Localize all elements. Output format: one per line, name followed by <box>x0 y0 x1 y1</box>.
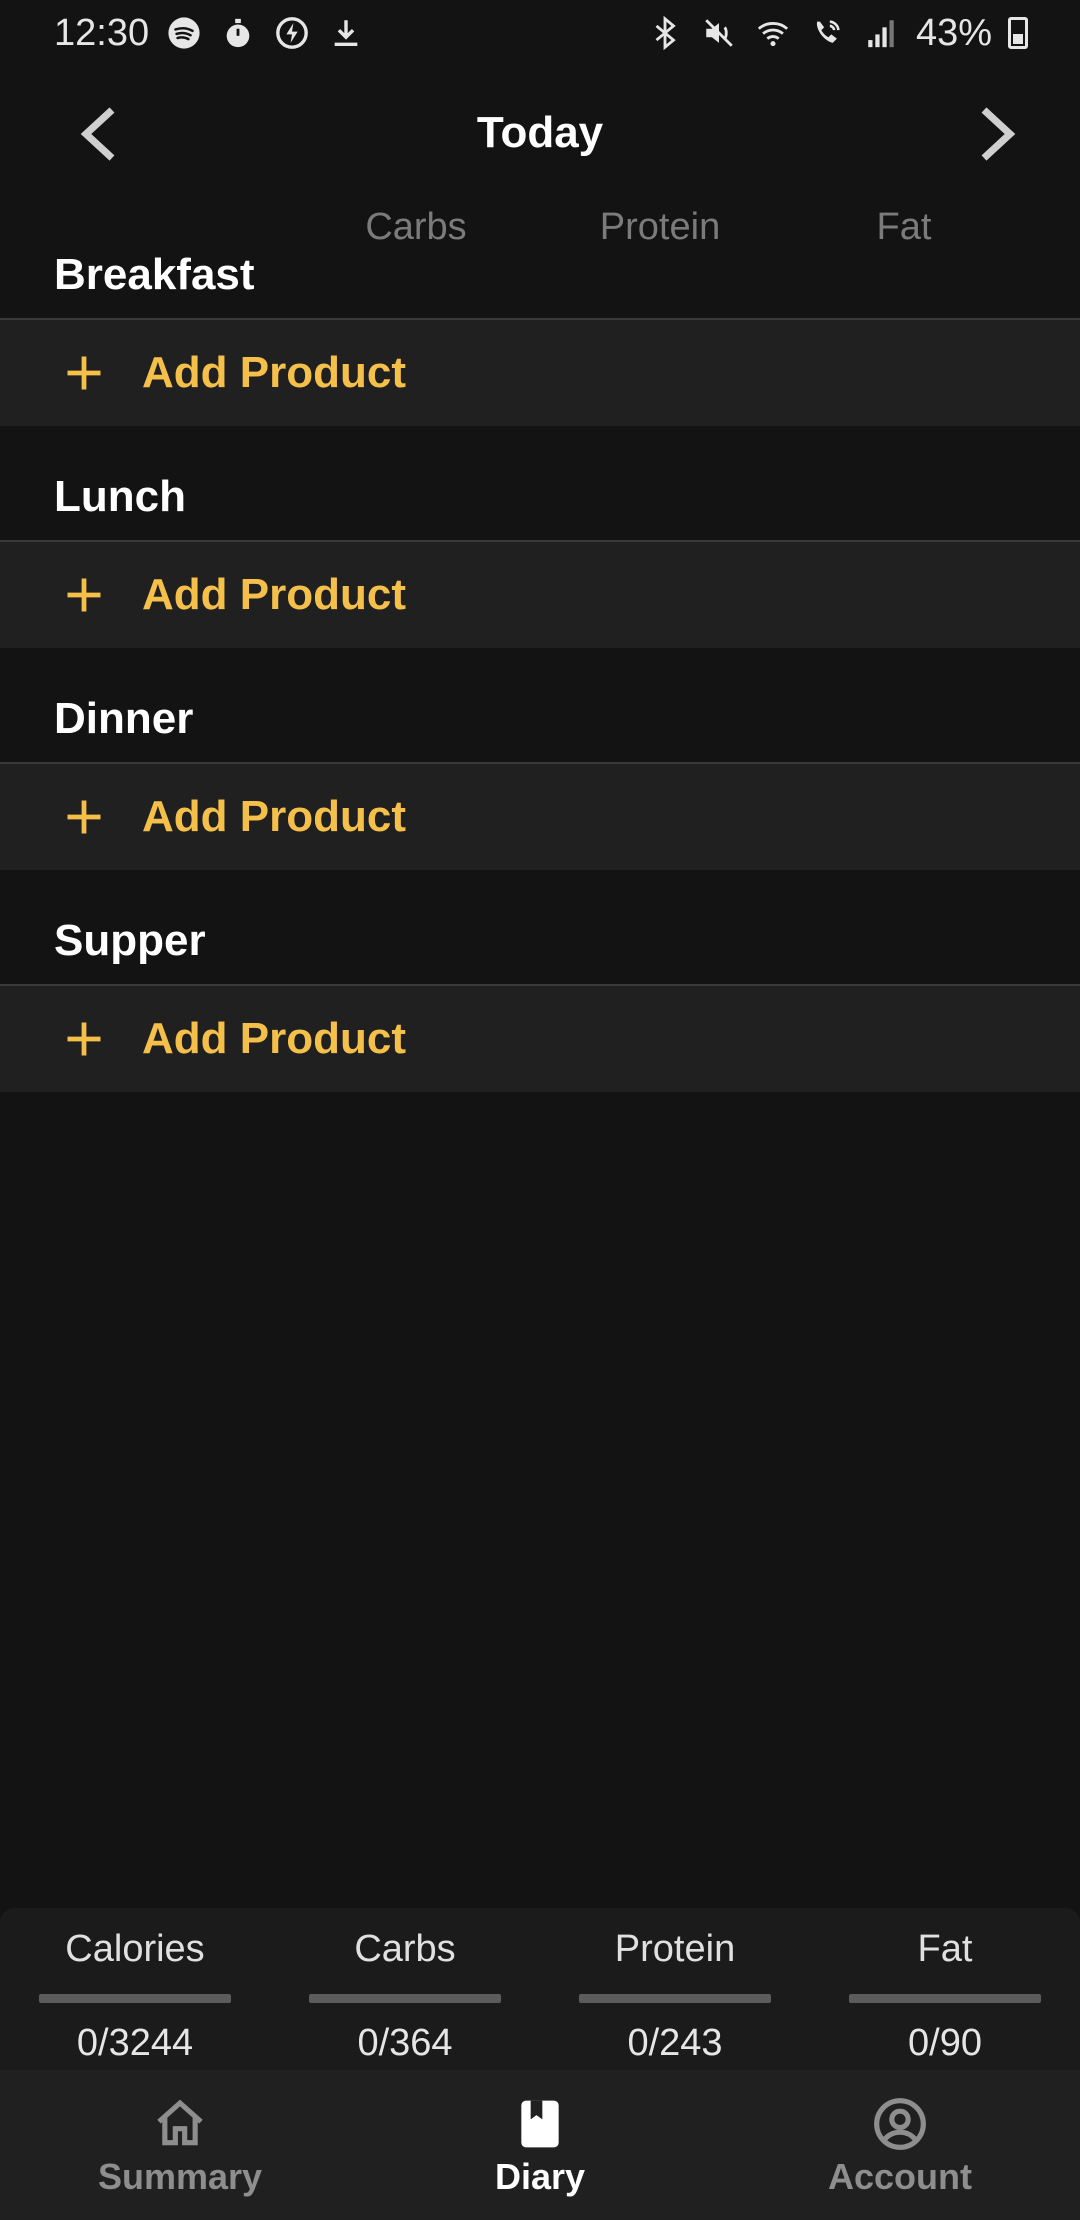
chevron-right-icon <box>981 107 1016 161</box>
add-product-label: Add Product <box>142 1014 406 1063</box>
macro-progress-bar <box>849 1994 1041 2003</box>
spotify-icon <box>165 14 203 52</box>
column-header-fat: Fat <box>876 206 932 248</box>
diary-screen: 12:30 43% Today Carbs Protein Fat Breakf… <box>0 0 1080 2220</box>
tab-account[interactable]: Account <box>750 2070 1050 2220</box>
home-icon <box>152 2096 208 2152</box>
tab-label: Account <box>828 2156 972 2197</box>
plus-icon <box>62 1017 106 1061</box>
macro-carbs: Carbs 0/364 <box>309 1908 501 2070</box>
add-product-label: Add Product <box>142 792 406 841</box>
add-product-label: Add Product <box>142 570 406 619</box>
macro-name: Fat <box>917 1928 973 1970</box>
signal-icon <box>862 14 900 52</box>
add-product-button[interactable]: Add Product <box>0 984 1080 1092</box>
plus-icon <box>62 351 106 395</box>
account-circle-icon <box>872 2096 928 2152</box>
meal-title: Supper <box>54 916 206 965</box>
wifi-icon <box>754 14 792 52</box>
macro-value: 0/3244 <box>76 2022 194 2064</box>
battery-icon <box>1008 17 1028 49</box>
meal-title: Lunch <box>54 472 186 521</box>
page-title: Today <box>476 108 604 157</box>
bluetooth-icon <box>646 14 684 52</box>
column-header-protein: Protein <box>599 206 721 248</box>
flash-icon <box>273 14 311 52</box>
add-product-button[interactable]: Add Product <box>0 762 1080 870</box>
macro-progress-bar <box>579 1994 771 2003</box>
plus-icon <box>62 795 106 839</box>
tab-label: Summary <box>97 2156 263 2197</box>
column-header-carbs: Carbs <box>365 206 467 248</box>
macro-totals-panel: Calories 0/3244 Carbs 0/364 Protein 0/24… <box>0 1908 1080 2070</box>
add-product-button[interactable]: Add Product <box>0 540 1080 648</box>
macro-column-headers: Carbs Protein Fat <box>0 206 1080 256</box>
macro-value: 0/364 <box>357 2022 453 2064</box>
bottom-navigation: Summary Diary Account <box>0 2070 1080 2220</box>
date-header: Today <box>0 84 1080 184</box>
macro-name: Carbs <box>354 1928 456 1970</box>
tab-label: Diary <box>494 2156 586 2197</box>
status-bar: 12:30 43% <box>0 0 1080 66</box>
status-time: 12:30 <box>54 11 150 54</box>
meal-title: Dinner <box>54 694 194 743</box>
macro-calories: Calories 0/3244 <box>39 1908 231 2070</box>
book-icon <box>512 2096 568 2152</box>
mute-icon <box>700 14 738 52</box>
macro-fat: Fat 0/90 <box>849 1908 1041 2070</box>
timer-icon <box>219 14 257 52</box>
macro-progress-bar <box>39 1994 231 2003</box>
tab-diary[interactable]: Diary <box>390 2070 690 2220</box>
macro-name: Protein <box>614 1928 736 1970</box>
meal-title: Breakfast <box>54 250 255 299</box>
add-product-label: Add Product <box>142 348 406 397</box>
tab-summary[interactable]: Summary <box>30 2070 330 2220</box>
download-icon <box>327 14 365 52</box>
battery-percent: 43% <box>915 11 992 54</box>
next-day-button[interactable] <box>966 102 1030 166</box>
plus-icon <box>62 573 106 617</box>
wifi-call-icon <box>808 14 846 52</box>
add-product-button[interactable]: Add Product <box>0 318 1080 426</box>
macro-protein: Protein 0/243 <box>579 1908 771 2070</box>
macro-progress-bar <box>309 1994 501 2003</box>
macro-name: Calories <box>65 1928 205 1970</box>
macro-value: 0/90 <box>908 2022 982 2064</box>
macro-value: 0/243 <box>627 2022 723 2064</box>
